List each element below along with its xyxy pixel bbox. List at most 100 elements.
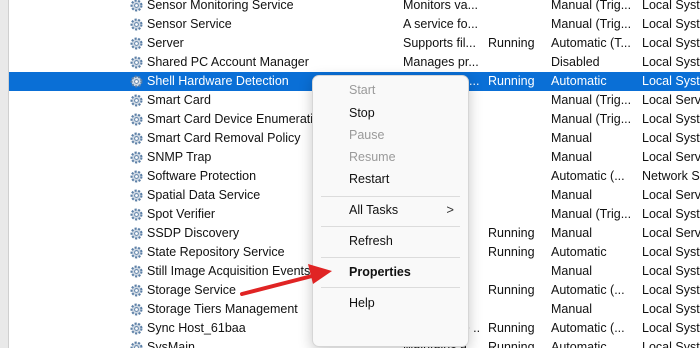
service-startup-type: Manual (551, 131, 592, 145)
service-status: Running (488, 340, 535, 348)
service-logon-as: Local Syste (642, 207, 700, 221)
service-logon-as: Local Servic (642, 226, 700, 240)
service-startup-type: Manual (551, 226, 592, 240)
service-startup-type: Automatic (... (551, 321, 625, 335)
service-status (488, 110, 554, 129)
service-icon-cell (128, 319, 146, 338)
service-icon-cell (128, 243, 146, 262)
service-row[interactable]: Shared PC Account Manager Manages pr... Di… (9, 53, 700, 72)
service-status (488, 205, 554, 224)
menu-separator (321, 196, 460, 197)
menu-item-label: All Tasks (349, 203, 399, 217)
service-gear-icon (130, 265, 143, 278)
service-icon-cell (128, 281, 146, 300)
service-row[interactable]: Server Supports fil... Running Automatic (T… (9, 34, 700, 53)
service-name: Sensor Monitoring Service (147, 0, 294, 12)
service-startup-type: Disabled (551, 55, 600, 69)
menu-item-start: Start (313, 80, 468, 100)
service-gear-icon (130, 322, 143, 335)
service-gear-icon (130, 56, 143, 69)
service-icon-cell (128, 167, 146, 186)
service-status (488, 186, 554, 205)
service-gear-icon (130, 227, 143, 240)
service-startup-type: Automatic (... (551, 169, 625, 183)
service-gear-icon (130, 170, 143, 183)
service-logon-as: Local Syste (642, 0, 700, 12)
service-gear-icon (130, 189, 143, 202)
chevron-right-icon: > (446, 202, 454, 217)
service-startup-type: Automatic (... (551, 283, 625, 297)
service-startup-type: Manual (551, 150, 592, 164)
service-logon-as: Local Syste (642, 112, 700, 126)
service-gear-icon (130, 303, 143, 316)
service-logon-as: Local Syste (642, 264, 700, 278)
service-startup-type: Manual (Trig... (551, 112, 632, 126)
service-icon-cell (128, 205, 146, 224)
service-gear-icon (130, 0, 143, 12)
service-logon-as: Network S... (642, 169, 700, 183)
service-startup-type: Manual (Trig... (551, 17, 632, 31)
service-gear-icon (130, 94, 143, 107)
service-status (488, 167, 554, 186)
service-gear-icon (130, 132, 143, 145)
service-icon-cell (128, 129, 146, 148)
menu-item-all-tasks[interactable]: All Tasks > (313, 200, 468, 220)
service-gear-icon (130, 284, 143, 297)
service-gear-icon (130, 246, 143, 259)
service-row[interactable]: Sensor Monitoring Service Monitors va... M… (9, 0, 700, 15)
service-icon-cell (128, 110, 146, 129)
menu-item-label: Start (349, 83, 376, 97)
service-logon-as: Local Syste (642, 245, 700, 259)
service-logon-as: Local Syste (642, 302, 700, 316)
menu-separator (321, 287, 460, 288)
service-name: Sensor Service (147, 17, 232, 31)
service-startup-type: Automatic (T... (551, 36, 631, 50)
service-description: Manages pr... (403, 55, 479, 69)
service-startup-type: Manual (551, 188, 592, 202)
service-logon-as: Local Syste (642, 36, 700, 50)
menu-item-stop[interactable]: Stop (313, 103, 468, 123)
service-status (488, 148, 554, 167)
service-gear-icon (130, 75, 143, 88)
menu-item-label: Properties (349, 265, 411, 279)
service-logon-as: Local Syste (642, 131, 700, 145)
menu-item-label: Help (349, 296, 375, 310)
menu-item-restart[interactable]: Restart (313, 169, 468, 189)
service-status: Running (488, 74, 535, 88)
service-description: Monitors va... (403, 0, 479, 12)
service-icon-cell (128, 338, 146, 348)
service-status: Running (488, 226, 535, 240)
menu-item-label: Refresh (349, 234, 393, 248)
service-startup-type: Manual (551, 302, 592, 316)
service-logon-as: Local Servic (642, 150, 700, 164)
service-status (488, 300, 554, 319)
menu-item-refresh[interactable]: Refresh (313, 231, 468, 251)
service-logon-as: Local Syste (642, 74, 700, 88)
service-logon-as: Local Syste (642, 321, 700, 335)
service-row[interactable]: Sensor Service A service fo... Manual (Tri… (9, 15, 700, 34)
service-logon-as: Local Servic (642, 93, 700, 107)
service-description: Supports fil... (403, 36, 476, 50)
service-status: Running (488, 36, 535, 50)
service-logon-as: Local Syste (642, 340, 700, 348)
service-gear-icon (130, 113, 143, 126)
menu-item-label: Stop (349, 106, 375, 120)
menu-item-label: Resume (349, 150, 396, 164)
service-gear-icon (130, 341, 143, 348)
service-status (488, 53, 554, 72)
menu-item-help[interactable]: Help (313, 293, 468, 313)
menu-separator (321, 257, 460, 258)
service-gear-icon (130, 37, 143, 50)
service-status (488, 129, 554, 148)
service-icon-cell (128, 224, 146, 243)
service-icon-cell (128, 148, 146, 167)
service-status: Running (488, 321, 535, 335)
service-status (488, 0, 554, 15)
service-logon-as: Local Syste (642, 283, 700, 297)
service-startup-type: Manual (Trig... (551, 93, 632, 107)
service-status: Running (488, 245, 535, 259)
service-gear-icon (130, 151, 143, 164)
service-icon-cell (128, 186, 146, 205)
menu-item-properties[interactable]: Properties (313, 262, 468, 282)
service-icon-cell (128, 72, 146, 91)
